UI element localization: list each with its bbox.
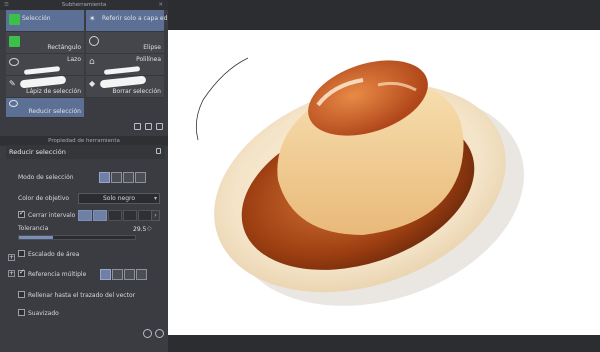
expand-icon[interactable]: + (8, 270, 15, 277)
tool-polilinea[interactable]: ⌂ Polilínea (86, 54, 164, 76)
lasso-icon (9, 100, 18, 107)
eraser-icon: ◆ (89, 79, 96, 88)
brush-stroke-preview (23, 66, 61, 75)
gap-level-2[interactable] (93, 210, 107, 221)
color-swatch (9, 36, 20, 47)
tool-label: Polilínea (136, 56, 161, 63)
pen-stroke (195, 57, 249, 141)
tool-label: Rectángulo (47, 44, 81, 51)
settings-icon[interactable] (155, 329, 164, 338)
tool-label: Referir solo a capa ed (102, 15, 168, 22)
property-toolbar (6, 327, 165, 341)
tool-label: Selección (22, 15, 51, 22)
chevron-down-icon: ▾ (153, 195, 157, 202)
smoothing-row: Suavizado (6, 305, 165, 322)
expand-icon[interactable]: + (8, 254, 15, 261)
fill-vector-row: Rellenar hasta el trazado del vector (6, 287, 165, 304)
gap-level-1[interactable] (78, 210, 92, 221)
tool-referir-capa[interactable]: ✴ Referir solo a capa ed (86, 10, 168, 32)
spinner-icon[interactable]: ◇ (147, 225, 152, 232)
add-icon[interactable] (134, 123, 141, 130)
tolerance-label: Tolerancia (18, 225, 49, 232)
pencil-icon: ✎ (9, 79, 16, 88)
close-gap-checkbox[interactable] (18, 209, 25, 218)
smoothing-checkbox[interactable] (18, 309, 25, 316)
smoothing-label: Suavizado (28, 310, 59, 317)
tolerance-slider[interactable] (18, 235, 136, 240)
subtool-panel-title: Subherramienta (61, 2, 107, 8)
property-panel-title: Propiedad de herramienta (48, 138, 120, 144)
target-color-select[interactable]: Solo negro ▾ (78, 193, 160, 204)
drawing-canvas[interactable] (168, 30, 600, 335)
mode-new-icon[interactable] (99, 172, 110, 183)
tool-label: Lazo (67, 56, 81, 63)
gap-level-5[interactable] (138, 210, 152, 221)
gap-level-4[interactable] (123, 210, 137, 221)
grip-icon[interactable]: ☰ (4, 0, 9, 10)
flan-illustration (195, 57, 524, 306)
close-gap-levels (78, 210, 153, 221)
tolerance-fill (19, 236, 54, 239)
tool-borrar-seleccion[interactable]: ◆ Borrar selección (86, 75, 164, 98)
selection-mode-buttons (99, 172, 147, 183)
tool-label: Reducir selección (28, 108, 81, 115)
target-color-row: Color de objetivo Solo negro ▾ (6, 190, 165, 207)
area-scaling-label: Escalado de área (28, 251, 80, 258)
subtool-panel-header: ☰ Subherramienta ✕ (0, 0, 168, 10)
duplicate-icon[interactable] (145, 123, 152, 130)
gap-level-3[interactable] (108, 210, 122, 221)
target-color-value: Solo negro (102, 195, 136, 202)
tool-seleccion[interactable]: Selección (6, 10, 84, 32)
tool-reducir-seleccion[interactable]: Reducir selección (6, 98, 84, 118)
tool-lazo[interactable]: Lazo (6, 54, 84, 76)
tool-elipse[interactable]: Elipse (86, 32, 164, 54)
subtool-toolbar (6, 122, 165, 132)
close-icon[interactable]: ✕ (158, 0, 163, 10)
star-icon: ✴ (89, 14, 96, 23)
ellipse-icon (89, 36, 99, 46)
mode-intersect-icon[interactable] (135, 172, 146, 183)
mode-add-icon[interactable] (111, 172, 122, 183)
ref-layer-icon[interactable] (112, 269, 123, 280)
close-gap-row: Cerrar intervalo › (6, 207, 165, 224)
multi-ref-row: + Referencia múltiple (6, 266, 165, 283)
tolerance-value: 29.5 (133, 226, 147, 233)
fill-vector-label: Rellenar hasta el trazado del vector (28, 292, 136, 299)
chevron-right-icon[interactable]: › (151, 210, 160, 221)
tool-label: Elipse (143, 44, 161, 51)
tool-rectangulo[interactable]: Rectángulo (6, 32, 84, 54)
tool-name: Reducir selección (9, 148, 66, 156)
color-swatch (9, 14, 20, 25)
tool-name-header: Reducir selección (6, 145, 165, 159)
trash-icon[interactable] (156, 123, 163, 130)
tolerance-row: Tolerancia 29.5 ◇ (6, 224, 165, 242)
mode-subtract-icon[interactable] (123, 172, 134, 183)
subtool-grid: Selección ✴ Referir solo a capa ed Rectá… (6, 10, 168, 118)
tool-label: Lápiz de selección (26, 88, 81, 95)
multi-ref-label: Referencia múltiple (28, 271, 87, 278)
selection-mode-label: Modo de selección (18, 174, 74, 181)
brush-stroke-preview (99, 75, 147, 89)
target-color-label: Color de objetivo (18, 195, 70, 202)
multi-ref-buttons (100, 269, 148, 280)
tool-lapiz-seleccion[interactable]: ✎ Lápiz de selección (6, 75, 84, 98)
multi-ref-checkbox[interactable] (18, 268, 25, 277)
fill-vector-checkbox[interactable] (18, 291, 25, 298)
brush-stroke-preview (19, 75, 67, 89)
lock-icon[interactable] (156, 148, 161, 154)
polyline-icon: ⌂ (89, 57, 95, 67)
lasso-icon (9, 58, 19, 66)
tool-label: Borrar selección (112, 88, 161, 95)
area-scaling-row: Escalado de área + (6, 246, 165, 263)
ref-selected-icon[interactable] (124, 269, 135, 280)
ref-folder-icon[interactable] (136, 269, 147, 280)
brush-stroke-preview (103, 66, 141, 75)
ref-all-layers-icon[interactable] (100, 269, 111, 280)
reset-icon[interactable] (143, 329, 152, 338)
close-gap-label: Cerrar intervalo (28, 212, 76, 219)
area-scaling-checkbox[interactable] (18, 250, 25, 257)
selection-mode-row: Modo de selección (6, 169, 165, 186)
